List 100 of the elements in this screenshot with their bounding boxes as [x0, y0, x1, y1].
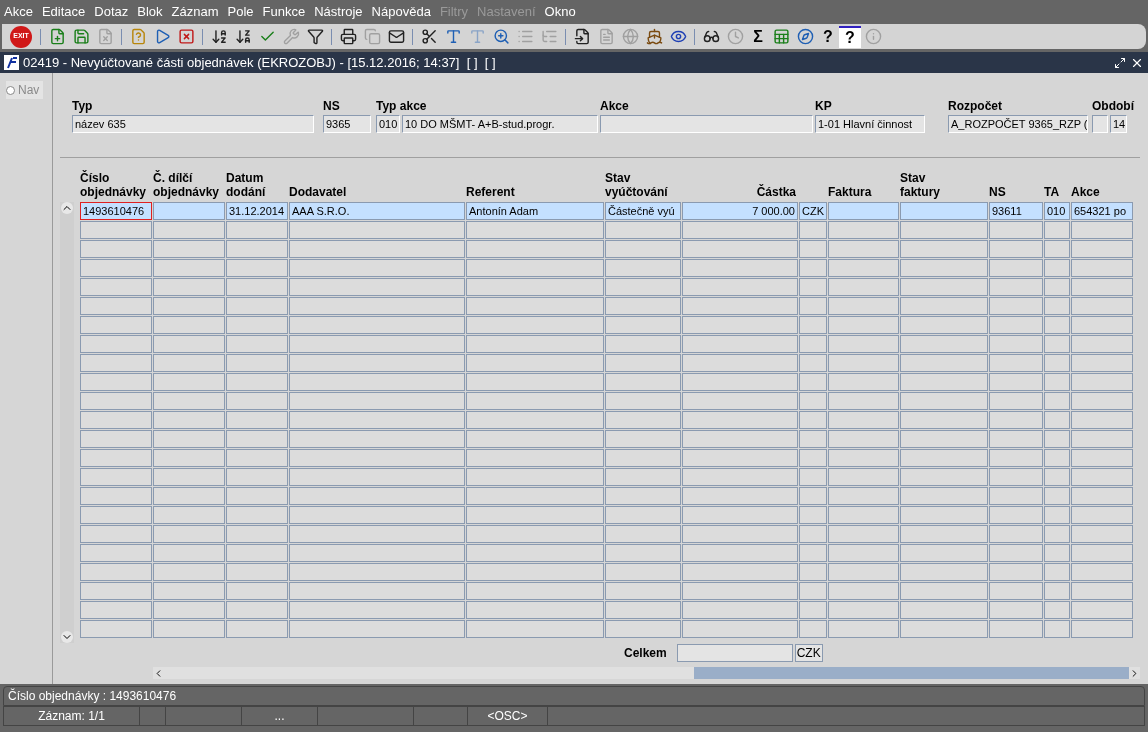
table-cell[interactable]: [466, 430, 604, 448]
menu-item[interactable]: Pole: [227, 2, 254, 22]
input-field[interactable]: název 635: [72, 115, 314, 133]
table-cell[interactable]: [226, 335, 288, 353]
table-cell[interactable]: [226, 354, 288, 372]
table-cell[interactable]: [799, 297, 827, 315]
table-cell[interactable]: [466, 373, 604, 391]
table-cell[interactable]: [80, 487, 152, 505]
table-cell[interactable]: [80, 525, 152, 543]
table-cell[interactable]: [1044, 335, 1070, 353]
table-cell[interactable]: [828, 544, 899, 562]
table-cell[interactable]: [828, 620, 899, 638]
table-cell[interactable]: [605, 563, 681, 581]
table-cell[interactable]: [1044, 373, 1070, 391]
table-cell[interactable]: [80, 601, 152, 619]
restore-icon[interactable]: [1114, 56, 1126, 69]
table-cell[interactable]: [289, 297, 465, 315]
table-cell[interactable]: [466, 392, 604, 410]
table-cell[interactable]: [80, 430, 152, 448]
table-cell[interactable]: [80, 297, 152, 315]
table-cell[interactable]: [682, 601, 798, 619]
scroll-thumb[interactable]: [694, 667, 1129, 679]
table-cell[interactable]: [466, 240, 604, 258]
table-cell[interactable]: [900, 373, 988, 391]
table-cell[interactable]: [466, 563, 604, 581]
table-cell[interactable]: [466, 335, 604, 353]
table-cell[interactable]: [828, 354, 899, 372]
table-cell[interactable]: [989, 544, 1043, 562]
table-cell[interactable]: [289, 525, 465, 543]
sum-button[interactable]: Σ: [747, 25, 769, 48]
table-cell[interactable]: [799, 411, 827, 429]
table-cell[interactable]: [1071, 316, 1133, 334]
table-cell[interactable]: [466, 354, 604, 372]
table-cell[interactable]: [900, 582, 988, 600]
table-cell[interactable]: [989, 354, 1043, 372]
table-cell[interactable]: [682, 278, 798, 296]
table-cell[interactable]: [153, 297, 225, 315]
table-cell[interactable]: [80, 468, 152, 486]
table-cell[interactable]: [828, 563, 899, 581]
table-cell[interactable]: [289, 392, 465, 410]
table-cell[interactable]: 654321 po: [1071, 202, 1133, 220]
table-cell[interactable]: [289, 278, 465, 296]
menu-item[interactable]: Blok: [137, 2, 163, 22]
table-cell[interactable]: [682, 411, 798, 429]
table-cell[interactable]: [226, 582, 288, 600]
table-cell[interactable]: [1044, 506, 1070, 524]
table-cell[interactable]: [226, 430, 288, 448]
table-cell[interactable]: [989, 582, 1043, 600]
table-cell[interactable]: [799, 620, 827, 638]
table-cell[interactable]: [80, 582, 152, 600]
table-cell[interactable]: [153, 354, 225, 372]
table-cell[interactable]: [989, 221, 1043, 239]
table-cell[interactable]: [799, 525, 827, 543]
table-cell[interactable]: Částečně vyú: [605, 202, 681, 220]
table-cell[interactable]: [466, 297, 604, 315]
table-cell[interactable]: [1071, 487, 1133, 505]
table-cell[interactable]: [828, 430, 899, 448]
table-cell[interactable]: [289, 354, 465, 372]
table-cell[interactable]: [1044, 354, 1070, 372]
table-cell[interactable]: [605, 373, 681, 391]
table-cell[interactable]: [900, 487, 988, 505]
table-cell[interactable]: [828, 316, 899, 334]
table-cell[interactable]: [466, 487, 604, 505]
table-cell[interactable]: [799, 278, 827, 296]
table-cell[interactable]: [682, 506, 798, 524]
table-cell[interactable]: [226, 449, 288, 467]
table-cell[interactable]: [900, 297, 988, 315]
table-cell[interactable]: [289, 506, 465, 524]
table-cell[interactable]: [289, 601, 465, 619]
table-cell[interactable]: [1044, 582, 1070, 600]
table-cell[interactable]: [1044, 430, 1070, 448]
table-cell[interactable]: [1071, 354, 1133, 372]
table-cell[interactable]: [1044, 563, 1070, 581]
table-cell[interactable]: [989, 297, 1043, 315]
table-cell[interactable]: [605, 392, 681, 410]
table-cell[interactable]: [466, 468, 604, 486]
table-cell[interactable]: [466, 278, 604, 296]
table-cell[interactable]: [605, 487, 681, 505]
table-cell[interactable]: [1071, 449, 1133, 467]
table-cell[interactable]: [989, 506, 1043, 524]
table-cell[interactable]: [605, 335, 681, 353]
table-cell[interactable]: [828, 278, 899, 296]
table-cell[interactable]: [605, 297, 681, 315]
menu-item[interactable]: Editace: [41, 2, 86, 22]
table-cell[interactable]: [1071, 468, 1133, 486]
table-cell[interactable]: [799, 487, 827, 505]
table-cell[interactable]: [80, 221, 152, 239]
table-cell[interactable]: [1044, 525, 1070, 543]
table-cell[interactable]: [828, 335, 899, 353]
table-cell[interactable]: [989, 563, 1043, 581]
table-cell[interactable]: 1493610476: [80, 202, 152, 220]
table-cell[interactable]: 7 000.00: [682, 202, 798, 220]
table-cell[interactable]: [466, 259, 604, 277]
input-field[interactable]: 10 DO MŠMT- A+B-stud.progr.: [402, 115, 598, 133]
table-cell[interactable]: [989, 278, 1043, 296]
table-cell[interactable]: [226, 221, 288, 239]
table-cell[interactable]: [828, 487, 899, 505]
vertical-scrollbar[interactable]: [60, 202, 74, 643]
table-cell[interactable]: [80, 240, 152, 258]
table-cell[interactable]: [289, 544, 465, 562]
